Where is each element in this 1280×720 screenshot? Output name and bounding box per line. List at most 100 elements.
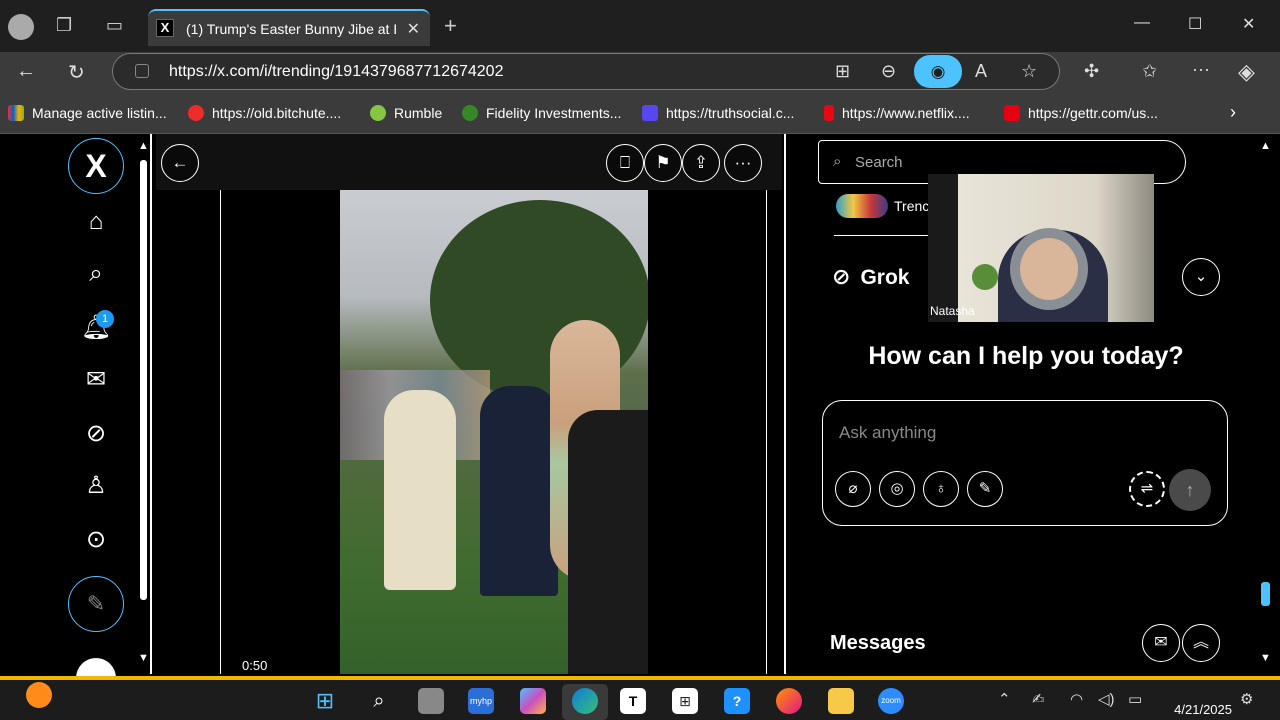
scroll-thumb[interactable] <box>140 160 147 600</box>
file-explorer-icon[interactable] <box>828 688 854 714</box>
x-logo-icon[interactable]: X <box>68 138 124 194</box>
settings-more-icon[interactable]: ··· <box>1192 59 1210 80</box>
tray-overflow-icon[interactable]: ⌃ <box>998 690 1011 708</box>
new-message-icon[interactable]: ✉ <box>1142 624 1180 662</box>
widget-icon[interactable] <box>26 682 52 708</box>
bookmarks-bar: Manage active listin... https://old.bitc… <box>0 92 1280 134</box>
media-divider-right <box>766 190 767 674</box>
bookmark-ebay[interactable]: Manage active listin... <box>8 105 167 121</box>
deepsearch-icon[interactable]: ◎ <box>879 471 915 507</box>
store-icon[interactable]: ⊞ <box>672 688 698 714</box>
draw-pencil-icon[interactable]: ✎ <box>967 471 1003 507</box>
collapse-chevron-icon[interactable]: ⌄ <box>1182 258 1220 296</box>
scroll-down-icon[interactable]: ▼ <box>138 652 149 664</box>
teams-icon[interactable]: T <box>620 688 646 714</box>
video-figure-suit <box>480 386 558 596</box>
start-windows-icon[interactable]: ⊞ <box>312 688 338 714</box>
taskbar-clock[interactable]: 4/21/2025 <box>1160 684 1232 718</box>
back-arrow-icon[interactable]: ← <box>161 144 199 182</box>
video-figure-coat <box>384 390 456 590</box>
wifi-icon[interactable]: ◠ <box>1070 690 1083 708</box>
left-scrollbar[interactable]: ▲ ▼ <box>134 134 152 674</box>
battery-icon[interactable]: ▭ <box>1128 690 1142 708</box>
search-taskbar-icon[interactable]: ⌕ <box>366 688 392 714</box>
zoom-out-icon[interactable]: ⊖ <box>881 61 896 82</box>
zoom-icon[interactable]: zoom <box>878 688 904 714</box>
expand-messages-icon[interactable]: ︽ <box>1182 624 1220 662</box>
scroll-up-icon[interactable]: ▲ <box>138 140 149 152</box>
more-icon[interactable]: ⊙ <box>80 524 112 556</box>
read-aloud-icon[interactable]: A <box>975 61 987 82</box>
tracking-prevention-icon[interactable]: ◉ <box>914 55 962 88</box>
share-icon[interactable]: ⇪ <box>682 144 720 182</box>
account-avatar[interactable] <box>76 658 116 678</box>
bookmark-fidelity[interactable]: Fidelity Investments... <box>462 105 621 121</box>
attach-paperclip-icon[interactable]: ⌀ <box>835 471 871 507</box>
refresh-icon[interactable]: ↻ <box>68 60 85 85</box>
workspaces-icon[interactable]: ❐ <box>56 15 72 36</box>
active-tab[interactable]: X (1) Trump's Easter Bunny Jibe at E ✕ <box>148 9 430 46</box>
video-player[interactable] <box>340 190 648 674</box>
webcam-overlay[interactable]: Natasha <box>928 174 1154 322</box>
webcam-participant-name: Natasha <box>930 304 975 318</box>
grok-heading: ⊘ Grok <box>832 264 910 289</box>
media-divider-left <box>220 190 221 674</box>
new-tab-icon[interactable]: + <box>444 13 457 39</box>
close-tab-icon[interactable]: ✕ <box>407 19 420 39</box>
search-placeholder: Search <box>855 154 903 171</box>
windows-taskbar: ⊞ ⌕ myhp T ⊞ ? zoom ⌃ ✍ ◠ ◁) ▭ 4/21/2025… <box>0 676 1280 720</box>
favorite-star-icon[interactable]: ☆ <box>1021 61 1037 82</box>
grok-icon[interactable]: ⊘ <box>80 418 112 450</box>
profile-avatar-icon[interactable] <box>8 14 34 40</box>
app-available-icon[interactable]: ⊞ <box>835 61 850 82</box>
right-scrollbar[interactable]: ▲ ▼ <box>1256 134 1280 674</box>
copilot-icon[interactable]: ◈ <box>1238 59 1255 85</box>
tab-title: (1) Trump's Easter Bunny Jibe at E <box>186 21 396 37</box>
scroll-thumb[interactable] <box>1261 582 1270 606</box>
bookmark-rumble[interactable]: Rumble <box>370 105 442 121</box>
edge-icon[interactable] <box>572 688 598 714</box>
volume-icon[interactable]: ◁) <box>1098 690 1115 708</box>
page-info-icon[interactable] <box>135 64 149 78</box>
clock-time <box>1160 684 1232 701</box>
bookmarks-overflow-icon[interactable]: › <box>1230 102 1236 123</box>
send-arrow-icon[interactable]: ↑ <box>1169 469 1211 511</box>
myhp-icon[interactable]: myhp <box>468 688 494 714</box>
home-icon[interactable]: ⌂ <box>80 206 112 238</box>
favorites-icon[interactable]: ✩ <box>1142 61 1157 82</box>
bookmark-icon[interactable]: ⎕ <box>606 144 644 182</box>
notification-center-icon[interactable]: ⚙ <box>1240 690 1253 708</box>
scroll-up-icon[interactable]: ▲ <box>1260 140 1271 152</box>
tab-actions-icon[interactable]: ▭ <box>106 15 123 36</box>
report-flag-icon[interactable]: ⚑ <box>644 144 682 182</box>
post-button[interactable]: ✎ <box>68 576 124 632</box>
mail-icon[interactable]: ✉ <box>80 364 112 396</box>
copilot-taskbar-icon[interactable] <box>520 688 546 714</box>
more-options-icon[interactable]: ··· <box>724 144 762 182</box>
scroll-down-icon[interactable]: ▼ <box>1260 652 1271 664</box>
close-window-icon[interactable]: ✕ <box>1242 14 1255 34</box>
gettr-icon <box>1004 105 1020 121</box>
profile-icon[interactable]: ♙ <box>80 470 112 502</box>
trending-label: Trenc <box>894 198 930 214</box>
pen-icon[interactable]: ✍ <box>1032 690 1045 708</box>
settings-sliders-icon[interactable]: ⇌ <box>1129 471 1165 507</box>
bookmark-netflix[interactable]: https://www.netflix.... <box>824 105 970 121</box>
maximize-icon[interactable]: ☐ <box>1188 14 1202 34</box>
bookmark-truthsocial[interactable]: https://truthsocial.c... <box>642 105 794 121</box>
messages-heading: Messages <box>830 632 926 654</box>
task-view-icon[interactable] <box>418 688 444 714</box>
think-lightbulb-icon[interactable]: ♁ <box>923 471 959 507</box>
truthsocial-icon <box>642 105 658 121</box>
bookmark-bitchute[interactable]: https://old.bitchute.... <box>188 105 341 121</box>
back-icon[interactable]: ← <box>16 60 36 83</box>
firefox-icon[interactable] <box>776 688 802 714</box>
grok-logo-icon: ⊘ <box>832 264 851 289</box>
extensions-icon[interactable]: ✣ <box>1084 61 1099 82</box>
search-magnifier-icon: ⌕ <box>833 153 842 170</box>
bookmark-gettr[interactable]: https://gettr.com/us... <box>1004 105 1158 121</box>
search-icon[interactable]: ⌕ <box>80 258 112 290</box>
minimize-icon[interactable]: — <box>1134 14 1150 32</box>
grok-ask-input[interactable]: Ask anything ⌀ ◎ ♁ ✎ ⇌ ↑ <box>822 400 1228 526</box>
help-icon[interactable]: ? <box>724 688 750 714</box>
